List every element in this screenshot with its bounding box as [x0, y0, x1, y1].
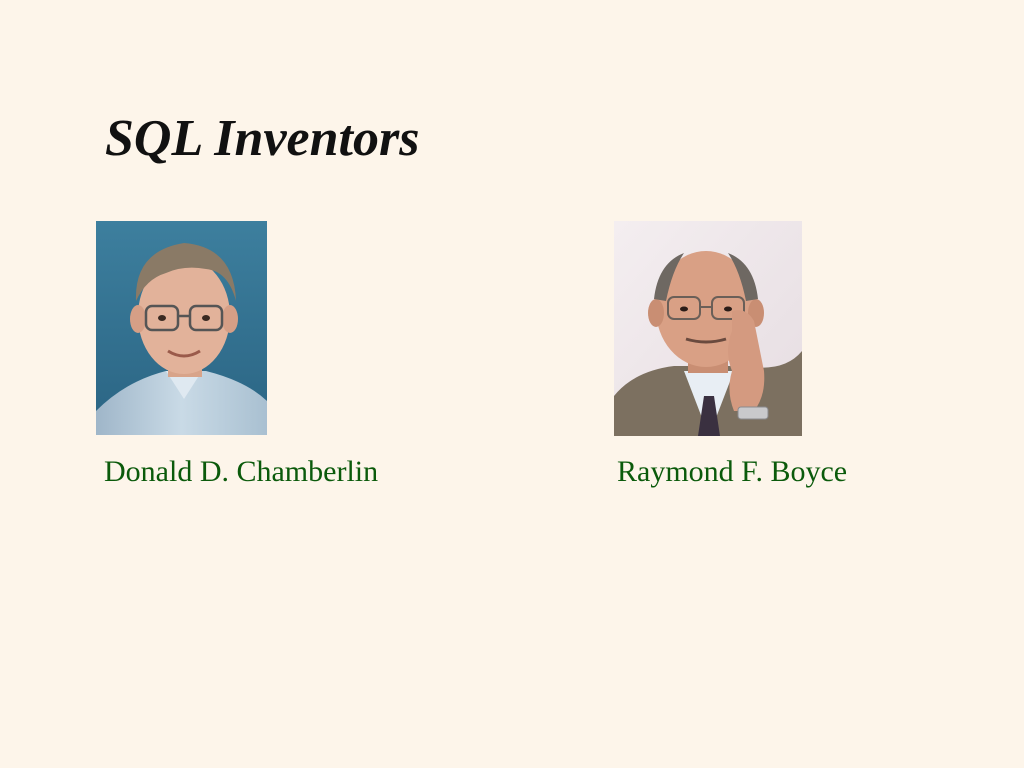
boyce-photo	[614, 221, 802, 436]
slide-title: SQL Inventors	[105, 109, 420, 167]
caption-chamberlin: Donald D. Chamberlin	[104, 455, 379, 488]
chamberlin-photo	[96, 221, 267, 435]
caption-boyce: Raymond F. Boyce	[617, 455, 848, 488]
